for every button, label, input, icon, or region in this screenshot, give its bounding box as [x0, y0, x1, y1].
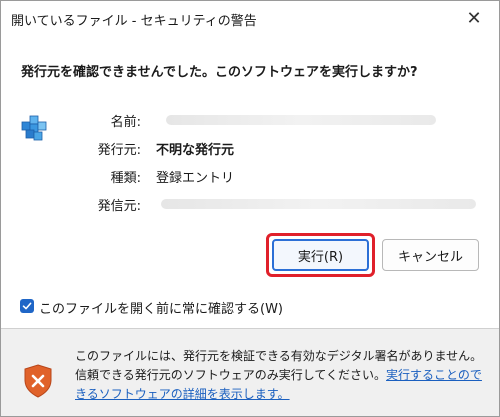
close-icon: ✕ [466, 7, 482, 29]
security-warning-dialog: 開いているファイル - セキュリティの警告 ✕ 発行元を確認できませんでした。こ… [0, 0, 500, 417]
close-button[interactable]: ✕ [457, 5, 491, 31]
footer-message: このファイルには、発行元を検証できる有効なデジタル署名がありません。信頼できる発… [75, 347, 487, 404]
run-button[interactable]: 実行(R) [272, 239, 369, 271]
always-ask-checkbox[interactable] [20, 299, 34, 313]
publisher-value: 不明な発行元 [156, 143, 235, 158]
name-label: 名前: [110, 115, 141, 130]
source-label: 発信元: [97, 199, 141, 214]
source-value-redacted [161, 199, 476, 209]
dialog-headline: 発行元を確認できませんでした。このソフトウェアを実行しますか? [21, 65, 418, 80]
cancel-button[interactable]: キャンセル [382, 239, 479, 271]
title-bar: 開いているファイル - セキュリティの警告 ✕ [1, 1, 499, 35]
window-title: 開いているファイル - セキュリティの警告 [11, 14, 257, 29]
type-label: 種類: [110, 171, 141, 186]
type-value: 登録エントリ [156, 171, 235, 186]
warning-shield-icon [24, 364, 52, 398]
publisher-label: 発行元: [97, 143, 141, 158]
name-value-redacted [166, 115, 436, 125]
always-ask-label[interactable]: このファイルを開く前に常に確認する(W) [39, 298, 283, 317]
checkmark-icon [22, 302, 32, 310]
